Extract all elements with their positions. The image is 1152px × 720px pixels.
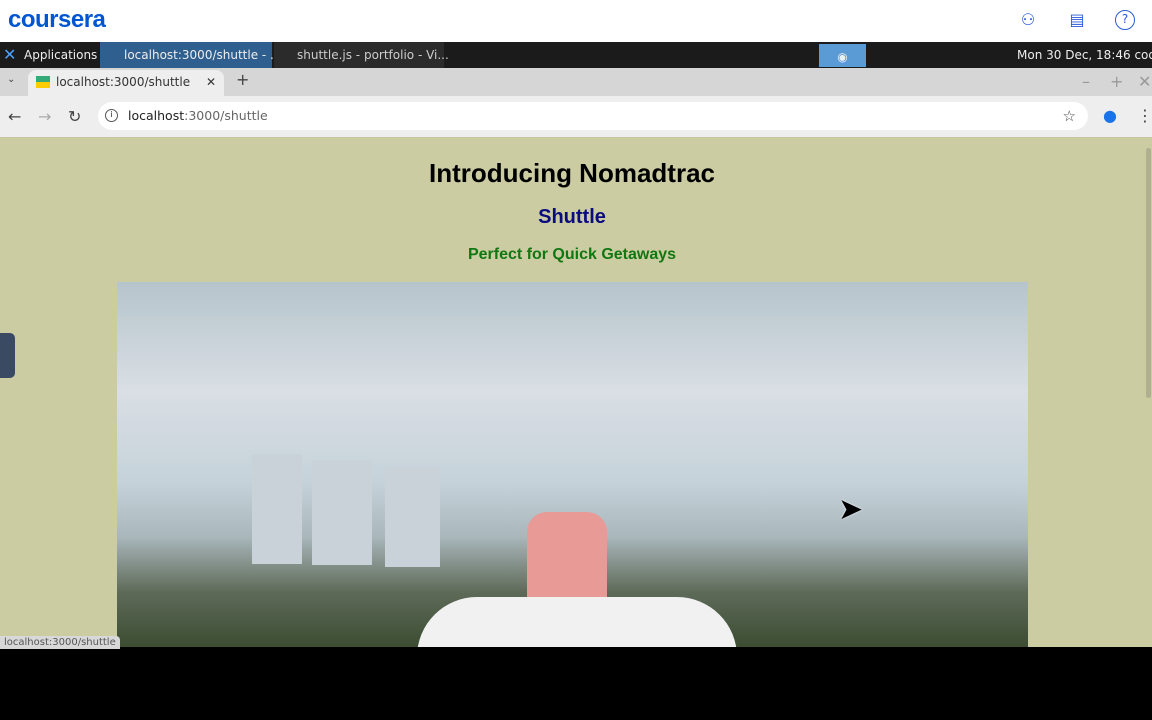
maximize-icon[interactable]: + (1110, 72, 1123, 91)
clock: Mon 30 Dec, 18:46 coder (1017, 48, 1152, 62)
url-host: localhost (128, 108, 185, 123)
site-info-icon[interactable]: i (105, 109, 118, 122)
bookmark-star-icon[interactable]: ☆ (1063, 102, 1076, 130)
hero-image (117, 282, 1028, 647)
address-bar[interactable]: i localhost:3000/shuttle ☆ (98, 102, 1088, 130)
page-subtitle: Shuttle (538, 206, 606, 228)
taskbar-window-chrome[interactable]: localhost:3000/shuttle - ... (100, 42, 281, 68)
close-window-icon[interactable]: ✕ (1138, 72, 1151, 91)
status-bubble: localhost:3000/shuttle (0, 636, 120, 649)
xfce-icon[interactable]: ✕ (3, 42, 16, 68)
notes-icon[interactable]: ▤ (1067, 10, 1087, 30)
applications-menu[interactable]: Applications (24, 42, 97, 68)
tab-shuttle[interactable]: localhost:3000/shuttle ✕ (28, 70, 224, 96)
coursera-header: coursera ⚇ ▤ ? (0, 0, 1152, 42)
new-tab-icon[interactable]: + (236, 70, 249, 89)
taskbar-window-label: localhost:3000/shuttle - ... (124, 48, 282, 62)
close-tab-icon[interactable]: ✕ (206, 70, 216, 94)
forward-icon[interactable]: → (38, 107, 51, 126)
chrome-launcher-icon[interactable]: ◉ (819, 44, 866, 67)
taskbar-window-label: shuttle.js - portfolio - Vi... (297, 48, 449, 62)
back-icon[interactable]: ← (8, 107, 21, 126)
page-title: Introducing Nomadtrac (428, 158, 715, 188)
page-tagline: Perfect for Quick Getaways (467, 246, 677, 263)
menu-icon[interactable]: ⋮ (1137, 106, 1152, 125)
minimize-icon[interactable]: – (1082, 72, 1090, 91)
taskbar: ✕ Applications localhost:3000/shuttle - … (0, 42, 1152, 68)
tab-title: localhost:3000/shuttle (56, 75, 191, 89)
reload-icon[interactable]: ↻ (68, 107, 81, 126)
tab-list-icon[interactable]: ⌄ (7, 74, 15, 85)
taskbar-window-vscode[interactable]: shuttle.js - portfolio - Vi... (274, 42, 449, 68)
favicon-icon (36, 76, 50, 88)
scrollbar[interactable] (1144, 138, 1152, 647)
presenter-icon[interactable]: ⚇ (1018, 10, 1038, 30)
help-icon[interactable]: ? (1115, 10, 1135, 30)
profile-icon[interactable]: ● (1103, 106, 1117, 125)
url-path: :3000/shuttle (184, 108, 268, 123)
coursera-logo[interactable]: coursera (8, 6, 106, 34)
browser-chrome: ⌄ localhost:3000/shuttle ✕ + – + ✕ ← → ↻… (0, 68, 1152, 138)
side-panel-handle[interactable] (0, 333, 15, 378)
web-page: Introducing Nomadtrac Shuttle Perfect fo… (0, 138, 1152, 647)
mouse-cursor-icon: ➤ (838, 492, 864, 527)
